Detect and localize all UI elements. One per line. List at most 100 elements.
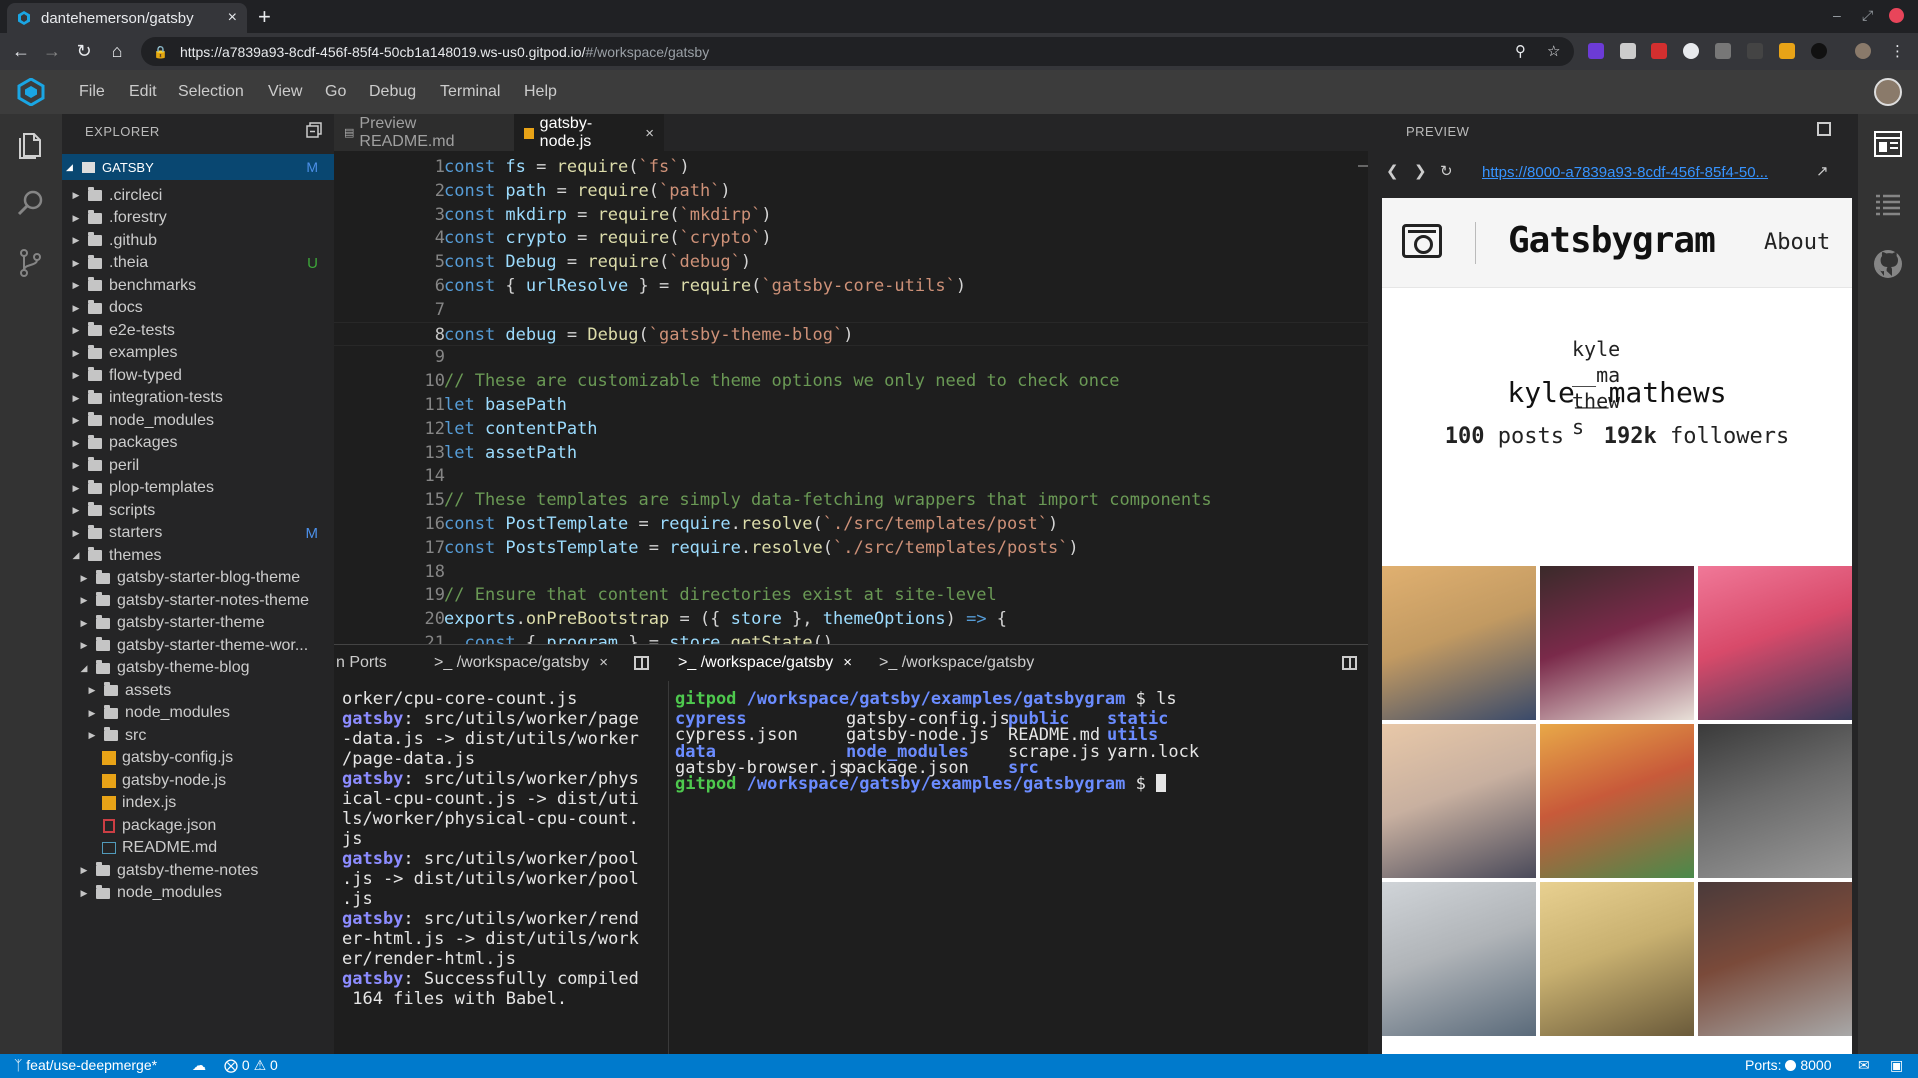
tab-gatsby-node-js[interactable]: gatsby-node.js × <box>514 114 664 151</box>
code-token: ( <box>638 324 649 345</box>
tab-label: gatsby-node.js <box>539 115 593 150</box>
extension-grid-icon[interactable] <box>1715 43 1731 59</box>
extension-pencil-icon[interactable] <box>1779 43 1795 59</box>
camera-icon[interactable] <box>1402 224 1442 258</box>
chevron-right-icon: ▶ <box>72 437 80 448</box>
code-token: debug <box>505 324 557 345</box>
brand-title[interactable]: Gatsbygram <box>1508 220 1716 261</box>
extension-z-icon[interactable] <box>1588 43 1604 59</box>
menu-terminal[interactable]: Terminal <box>440 83 500 101</box>
collapse-all-icon[interactable] <box>306 122 322 138</box>
menu-view[interactable]: View <box>268 83 302 101</box>
explorer-item[interactable]: ▶ node_modules <box>62 880 334 907</box>
tab-terminal-2[interactable]: >_ /workspace/gatsby × <box>678 654 852 672</box>
search-icon[interactable] <box>15 187 47 219</box>
photo-venice-canal[interactable] <box>1382 566 1536 720</box>
git-branch-item[interactable]: ᛉ feat/use-deepmerge* <box>14 1057 157 1073</box>
reload-icon[interactable]: ↻ <box>73 41 95 62</box>
address-bar[interactable]: 🔒 https://a7839a93-8cdf-456f-85f4-50cb1a… <box>141 37 1574 66</box>
lock-icon: 🔒 <box>153 44 168 59</box>
preview-panel-icon[interactable] <box>1872 128 1904 160</box>
explorer-item-label: assets <box>125 681 172 699</box>
home-icon[interactable]: ⌂ <box>106 41 128 62</box>
restore-icon[interactable]: ⤢ <box>1862 7 1873 24</box>
preview-reload-icon[interactable]: ↻ <box>1440 162 1453 180</box>
ports-item[interactable]: Ports: 8000 <box>1745 1057 1832 1073</box>
terminal-right-pane[interactable]: gitpod /workspace/gatsby/examples/gatsby… <box>675 689 1199 794</box>
code-line: 3 const mkdirp = require(`mkdirp`) <box>334 203 1368 227</box>
zoom-icon[interactable]: ⚲ <box>1515 42 1526 60</box>
notifications-icon[interactable]: ▣ <box>1890 1057 1903 1074</box>
preview-back-icon[interactable]: ❮ <box>1386 162 1399 180</box>
photo-brick-street[interactable] <box>1698 882 1852 1036</box>
gitpod-logo-icon[interactable] <box>17 78 45 106</box>
explorer-item-label: plop-templates <box>109 479 214 496</box>
extension-dark-icon[interactable] <box>1747 43 1763 59</box>
tab-preview-readme[interactable]: ▤ Preview README.md <box>334 114 514 151</box>
line-number: 18 <box>424 561 445 582</box>
split-terminal-icon[interactable] <box>634 656 649 670</box>
chevron-right-icon: ▶ <box>88 730 96 740</box>
forward-icon[interactable]: → <box>41 41 63 62</box>
extension-gray-icon[interactable] <box>1620 43 1636 59</box>
profile-avatar[interactable] <box>1855 43 1871 59</box>
chrome-menu-icon[interactable]: ⋮ <box>1890 42 1905 60</box>
terminal-tab-close-icon[interactable]: × <box>843 654 852 671</box>
tab-label: Preview README.md <box>359 114 455 150</box>
explorer-root-gatsby[interactable]: ◢ GATSBY M <box>62 154 334 180</box>
bookmark-star-icon[interactable]: ☆ <box>1547 42 1560 60</box>
menu-selection[interactable]: Selection <box>178 83 244 101</box>
code-editor[interactable]: 1 const fs = require(`fs`) 2 const path = r… <box>334 151 1368 644</box>
line-number: 10 <box>424 371 445 392</box>
photo-candy-market[interactable] <box>1540 724 1694 878</box>
terminal-prompt-line: gitpod /workspace/gatsby/examples/gatsby… <box>675 689 1177 709</box>
outline-list-icon[interactable] <box>1872 188 1904 220</box>
tab-ports[interactable]: n Ports <box>336 654 387 672</box>
open-preview-external-icon[interactable] <box>1817 122 1831 136</box>
split-terminal-icon[interactable] <box>1342 656 1357 670</box>
new-tab-button[interactable]: + <box>258 4 271 30</box>
terminal-text: : Successfully compiled <box>403 969 639 989</box>
preview-forward-icon[interactable]: ❯ <box>1414 162 1427 180</box>
photo-shop-display[interactable] <box>1540 882 1694 1036</box>
terminal-tab-close-icon[interactable]: × <box>599 654 608 671</box>
explorer-item-label: .forestry <box>109 209 167 226</box>
user-avatar[interactable] <box>1874 78 1902 106</box>
menu-debug[interactable]: Debug <box>369 83 416 101</box>
photo-pebbles[interactable] <box>1698 724 1852 878</box>
github-icon[interactable] <box>1872 248 1904 280</box>
feedback-icon[interactable]: ✉ <box>1858 1057 1870 1074</box>
terminal-left-pane[interactable]: orker/cpu-core-count.js gatsby: src/utils… <box>342 689 639 1009</box>
preview-url-link[interactable]: https://8000-a7839a93-8cdf-456f-85f4-50.… <box>1482 164 1804 181</box>
about-link[interactable]: About <box>1764 230 1830 255</box>
problems-item[interactable]: ⨂ 0 ⚠ 0 <box>224 1057 278 1074</box>
menu-file[interactable]: File <box>79 83 105 101</box>
tab-terminal-1[interactable]: >_ /workspace/gatsby × <box>434 654 608 672</box>
terminal-pane-divider[interactable] <box>668 681 669 1055</box>
code-token: require <box>597 204 670 225</box>
minimize-icon[interactable]: – <box>1833 7 1841 23</box>
source-control-icon[interactable] <box>15 247 47 279</box>
close-window-icon[interactable] <box>1889 8 1904 23</box>
preview-open-new-window-icon[interactable]: ↗ <box>1816 162 1829 180</box>
tab-close-icon[interactable]: × <box>645 125 654 142</box>
extension-circle-icon[interactable] <box>1683 43 1699 59</box>
photo-harbor-city[interactable] <box>1382 882 1536 1036</box>
tab-terminal-3[interactable]: >_ /workspace/gatsby <box>879 654 1034 672</box>
explorer-files-icon[interactable] <box>15 128 47 160</box>
menu-go[interactable]: Go <box>325 83 346 101</box>
back-icon[interactable]: ← <box>10 41 32 62</box>
profile-username: kyle__mathews <box>1507 376 1727 409</box>
photo-food-plates[interactable] <box>1540 566 1694 720</box>
photo-flag-sunset[interactable] <box>1382 724 1536 878</box>
extension-github-icon[interactable] <box>1811 43 1827 59</box>
extension-red-icon[interactable] <box>1651 43 1667 59</box>
folder-icon <box>88 434 102 449</box>
line-number: 12 <box>424 418 445 439</box>
sync-icon[interactable]: ☁ <box>192 1057 206 1074</box>
photo-flower-wall[interactable] <box>1698 566 1852 720</box>
browser-tab[interactable]: dantehemerson/gatsby × <box>7 3 247 33</box>
menu-help[interactable]: Help <box>524 83 557 101</box>
menu-edit[interactable]: Edit <box>129 83 157 101</box>
browser-tab-close-icon[interactable]: × <box>228 9 237 27</box>
